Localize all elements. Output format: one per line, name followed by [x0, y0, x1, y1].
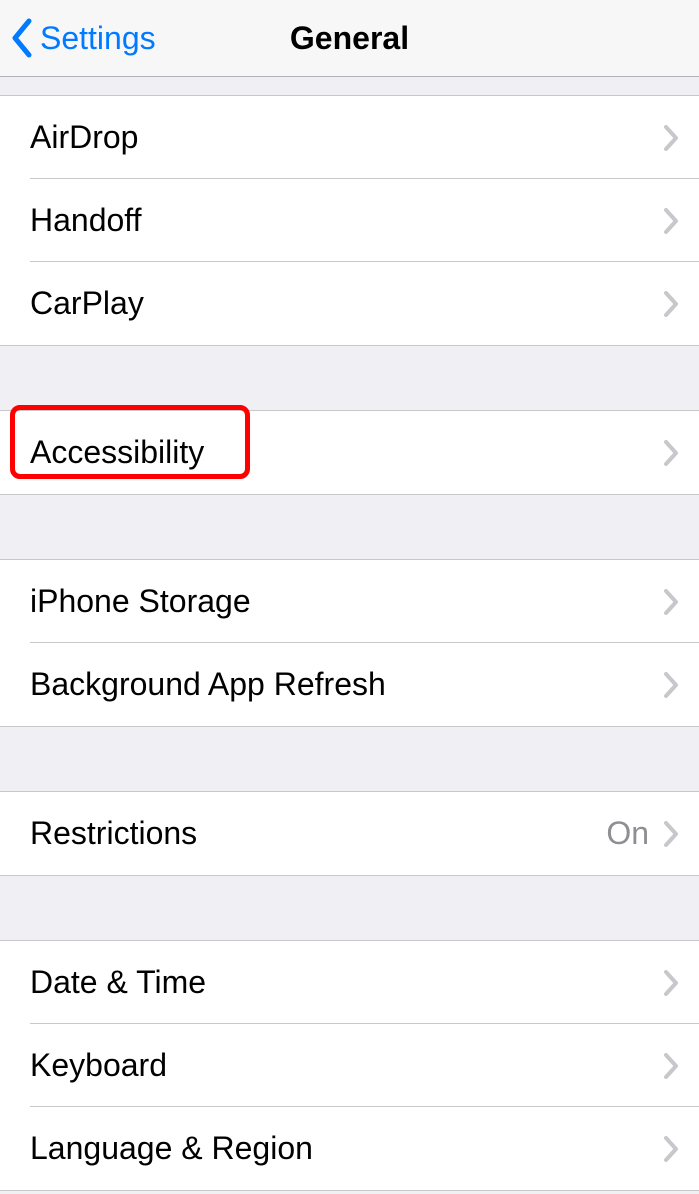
- row-label: Accessibility: [30, 434, 663, 471]
- row-label: Keyboard: [30, 1047, 663, 1084]
- section-storage: iPhone Storage Background App Refresh: [0, 559, 699, 727]
- row-restrictions[interactable]: Restrictions On: [0, 792, 699, 875]
- row-background-app-refresh[interactable]: Background App Refresh: [0, 643, 699, 726]
- row-label: iPhone Storage: [30, 583, 663, 620]
- chevron-right-icon: [663, 821, 679, 847]
- settings-sections: AirDrop Handoff CarPlay Accessibility: [0, 77, 699, 1191]
- chevron-right-icon: [663, 589, 679, 615]
- row-handoff[interactable]: Handoff: [0, 179, 699, 262]
- row-label: Handoff: [30, 202, 663, 239]
- nav-bar: Settings General: [0, 0, 699, 77]
- back-label: Settings: [40, 20, 156, 57]
- section-connectivity: AirDrop Handoff CarPlay: [0, 95, 699, 346]
- row-value: On: [606, 815, 649, 852]
- row-label: Restrictions: [30, 815, 606, 852]
- chevron-left-icon: [10, 18, 34, 58]
- row-label: Date & Time: [30, 964, 663, 1001]
- section-restrictions: Restrictions On: [0, 791, 699, 876]
- chevron-right-icon: [663, 125, 679, 151]
- back-button[interactable]: Settings: [10, 18, 156, 58]
- chevron-right-icon: [663, 1136, 679, 1162]
- row-label: Language & Region: [30, 1130, 663, 1167]
- chevron-right-icon: [663, 291, 679, 317]
- chevron-right-icon: [663, 440, 679, 466]
- row-label: Background App Refresh: [30, 666, 663, 703]
- chevron-right-icon: [663, 672, 679, 698]
- row-label: CarPlay: [30, 285, 663, 322]
- row-keyboard[interactable]: Keyboard: [0, 1024, 699, 1107]
- section-accessibility: Accessibility: [0, 410, 699, 495]
- row-iphone-storage[interactable]: iPhone Storage: [0, 560, 699, 643]
- chevron-right-icon: [663, 1053, 679, 1079]
- chevron-right-icon: [663, 208, 679, 234]
- row-accessibility[interactable]: Accessibility: [0, 411, 699, 494]
- page-title: General: [290, 20, 409, 57]
- row-label: AirDrop: [30, 119, 663, 156]
- section-system: Date & Time Keyboard Language & Region: [0, 940, 699, 1191]
- row-carplay[interactable]: CarPlay: [0, 262, 699, 345]
- row-date-time[interactable]: Date & Time: [0, 941, 699, 1024]
- row-language-region[interactable]: Language & Region: [0, 1107, 699, 1190]
- row-airdrop[interactable]: AirDrop: [0, 96, 699, 179]
- chevron-right-icon: [663, 970, 679, 996]
